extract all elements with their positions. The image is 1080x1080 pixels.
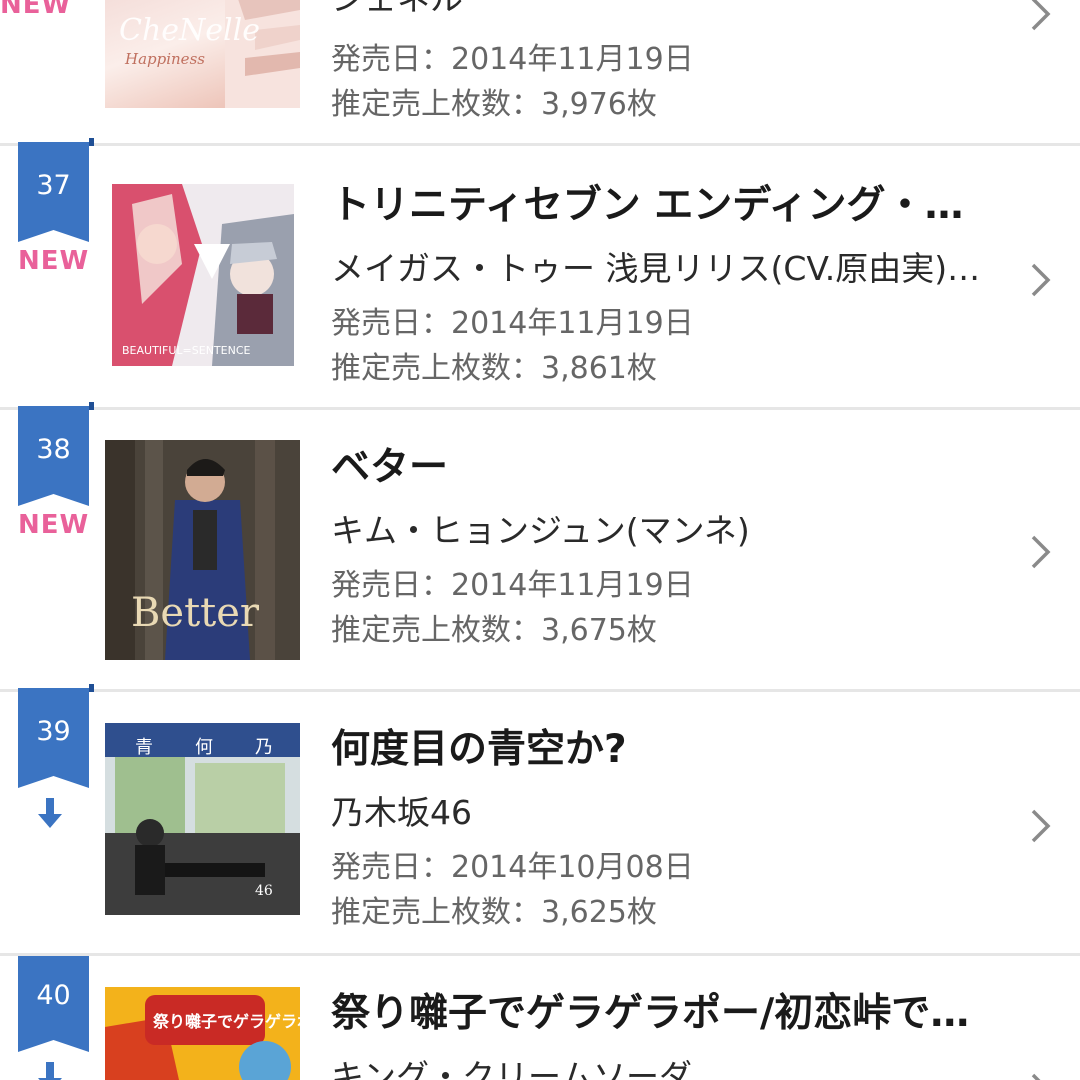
svg-text:Happiness: Happiness [124, 50, 205, 68]
chevron-right-icon [1031, 0, 1051, 31]
release-date-value: 2014年11月19日 [451, 306, 694, 341]
sales-label: 推定売上枚数： [331, 613, 541, 648]
chevron-right-icon [1031, 1073, 1041, 1080]
new-badge: NEW [18, 510, 90, 540]
artist-name: シェネル [331, 0, 991, 20]
estimated-sales: 推定売上枚数：3,625枚 [331, 887, 991, 931]
sales-value: 3,861 [541, 351, 627, 386]
album-cover: BEAUTIFUL=SENTENCE [112, 184, 294, 366]
rank-number: 39 [36, 716, 71, 747]
list-item-ranking-38[interactable]: 38 NEW Better ベター キム・ヒョンジュン(マンネ) 発売日：201… [0, 402, 1080, 690]
sales-value: 3,625 [541, 895, 627, 930]
artist-name: キング・クリームソーダ [331, 1057, 693, 1080]
artist-name: 乃木坂46 [331, 793, 472, 832]
release-date-value: 2014年11月19日 [451, 568, 694, 603]
sales-value: 3,675 [541, 613, 627, 648]
rank-down-arrow-icon [38, 1062, 62, 1080]
list-item-ranking-40[interactable]: 40 祭り囃子でゲラゲラポー 祭り囃子でゲラゲラポー/初恋峠で… キング・クリー… [0, 956, 1080, 1080]
rank-down-arrow-icon [38, 798, 62, 828]
list-item-ranking-36[interactable]: NEW CheNelle Happiness シェネル 発売日：2014年11月… [0, 0, 1080, 145]
release-date: 発売日：2014年10月08日 [331, 842, 991, 886]
chevron-right-icon [1031, 263, 1051, 297]
rank-number: 38 [36, 434, 71, 465]
new-badge: NEW [0, 0, 72, 20]
sales-value: 3,976 [541, 87, 627, 122]
svg-text:乃: 乃 [255, 737, 273, 758]
release-date: 発売日：2014年11月19日 [331, 298, 991, 342]
release-date-value: 2014年10月08日 [451, 850, 694, 885]
rank-ribbon-fold [89, 138, 94, 146]
new-badge: NEW [18, 246, 90, 276]
release-date-label: 発売日： [331, 42, 451, 77]
song-title: 祭り囃子でゲラゲラポー/初恋峠で… [331, 991, 970, 1036]
album-cover: 青 何 乃 46 [105, 723, 300, 915]
sales-label: 推定売上枚数： [331, 895, 541, 930]
release-date: 発売日：2014年11月19日 [331, 34, 991, 78]
sales-unit: 枚 [626, 895, 657, 930]
ranking-list: NEW CheNelle Happiness シェネル 発売日：2014年11月… [0, 0, 1080, 1080]
rank-number: 37 [36, 170, 71, 201]
release-date-label: 発売日： [331, 568, 451, 603]
release-date-label: 発売日： [331, 306, 451, 341]
rank-number: 40 [36, 980, 71, 1011]
song-title: 何度目の青空か? [331, 727, 627, 772]
album-cover: 祭り囃子でゲラゲラポー [105, 987, 300, 1080]
cover-art: CheNelle Happiness [119, 0, 300, 108]
sales-unit: 枚 [626, 87, 657, 122]
svg-text:何: 何 [195, 737, 213, 758]
song-title: トリニティセブン エンディング・… [331, 183, 964, 228]
release-date-label: 発売日： [331, 850, 451, 885]
album-cover: Better [105, 440, 300, 660]
cover-art: 祭り囃子でゲラゲラポー [105, 987, 300, 1080]
chevron-right-icon [1031, 809, 1051, 843]
chevron-right-icon [1031, 535, 1051, 569]
sales-unit: 枚 [626, 351, 657, 386]
cover-art: 青 何 乃 46 [105, 723, 300, 915]
song-title: ベター [331, 445, 449, 490]
album-cover: CheNelle Happiness [105, 0, 300, 108]
sales-label: 推定売上枚数： [331, 87, 541, 122]
release-date-value: 2014年11月19日 [451, 42, 694, 77]
svg-text:祭り囃子でゲラゲラポー: 祭り囃子でゲラゲラポー [152, 1012, 300, 1031]
svg-text:青: 青 [135, 737, 153, 758]
rank-ribbon-fold [89, 684, 94, 692]
svg-text:46: 46 [255, 883, 273, 899]
estimated-sales: 推定売上枚数：3,861枚 [331, 343, 991, 387]
list-item-ranking-39[interactable]: 39 青 何 乃 46 何度目の青空か? 乃木坂46 発売日：2014年10月0… [0, 684, 1080, 954]
estimated-sales: 推定売上枚数：3,976枚 [331, 79, 991, 123]
svg-text:BEAUTIFUL=SENTENCE: BEAUTIFUL=SENTENCE [122, 344, 250, 357]
artist-name: キム・ヒョンジュン(マンネ) [331, 511, 750, 550]
svg-text:Better: Better [131, 590, 260, 636]
list-item-ranking-37[interactable]: 37 NEW BEAUTIFUL=SENTENCE トリニティセブン エンディン… [0, 138, 1080, 408]
cover-art: BEAUTIFUL=SENTENCE [112, 184, 294, 366]
release-date: 発売日：2014年11月19日 [331, 560, 991, 604]
artist-name: メイガス・トゥー 浅見リリス(CV.原由実)… [331, 249, 981, 288]
sales-label: 推定売上枚数： [331, 351, 541, 386]
rank-ribbon-fold [89, 402, 94, 410]
sales-unit: 枚 [626, 613, 657, 648]
cover-art: Better [105, 440, 300, 660]
estimated-sales: 推定売上枚数：3,675枚 [331, 605, 991, 649]
svg-text:CheNelle: CheNelle [119, 13, 260, 48]
